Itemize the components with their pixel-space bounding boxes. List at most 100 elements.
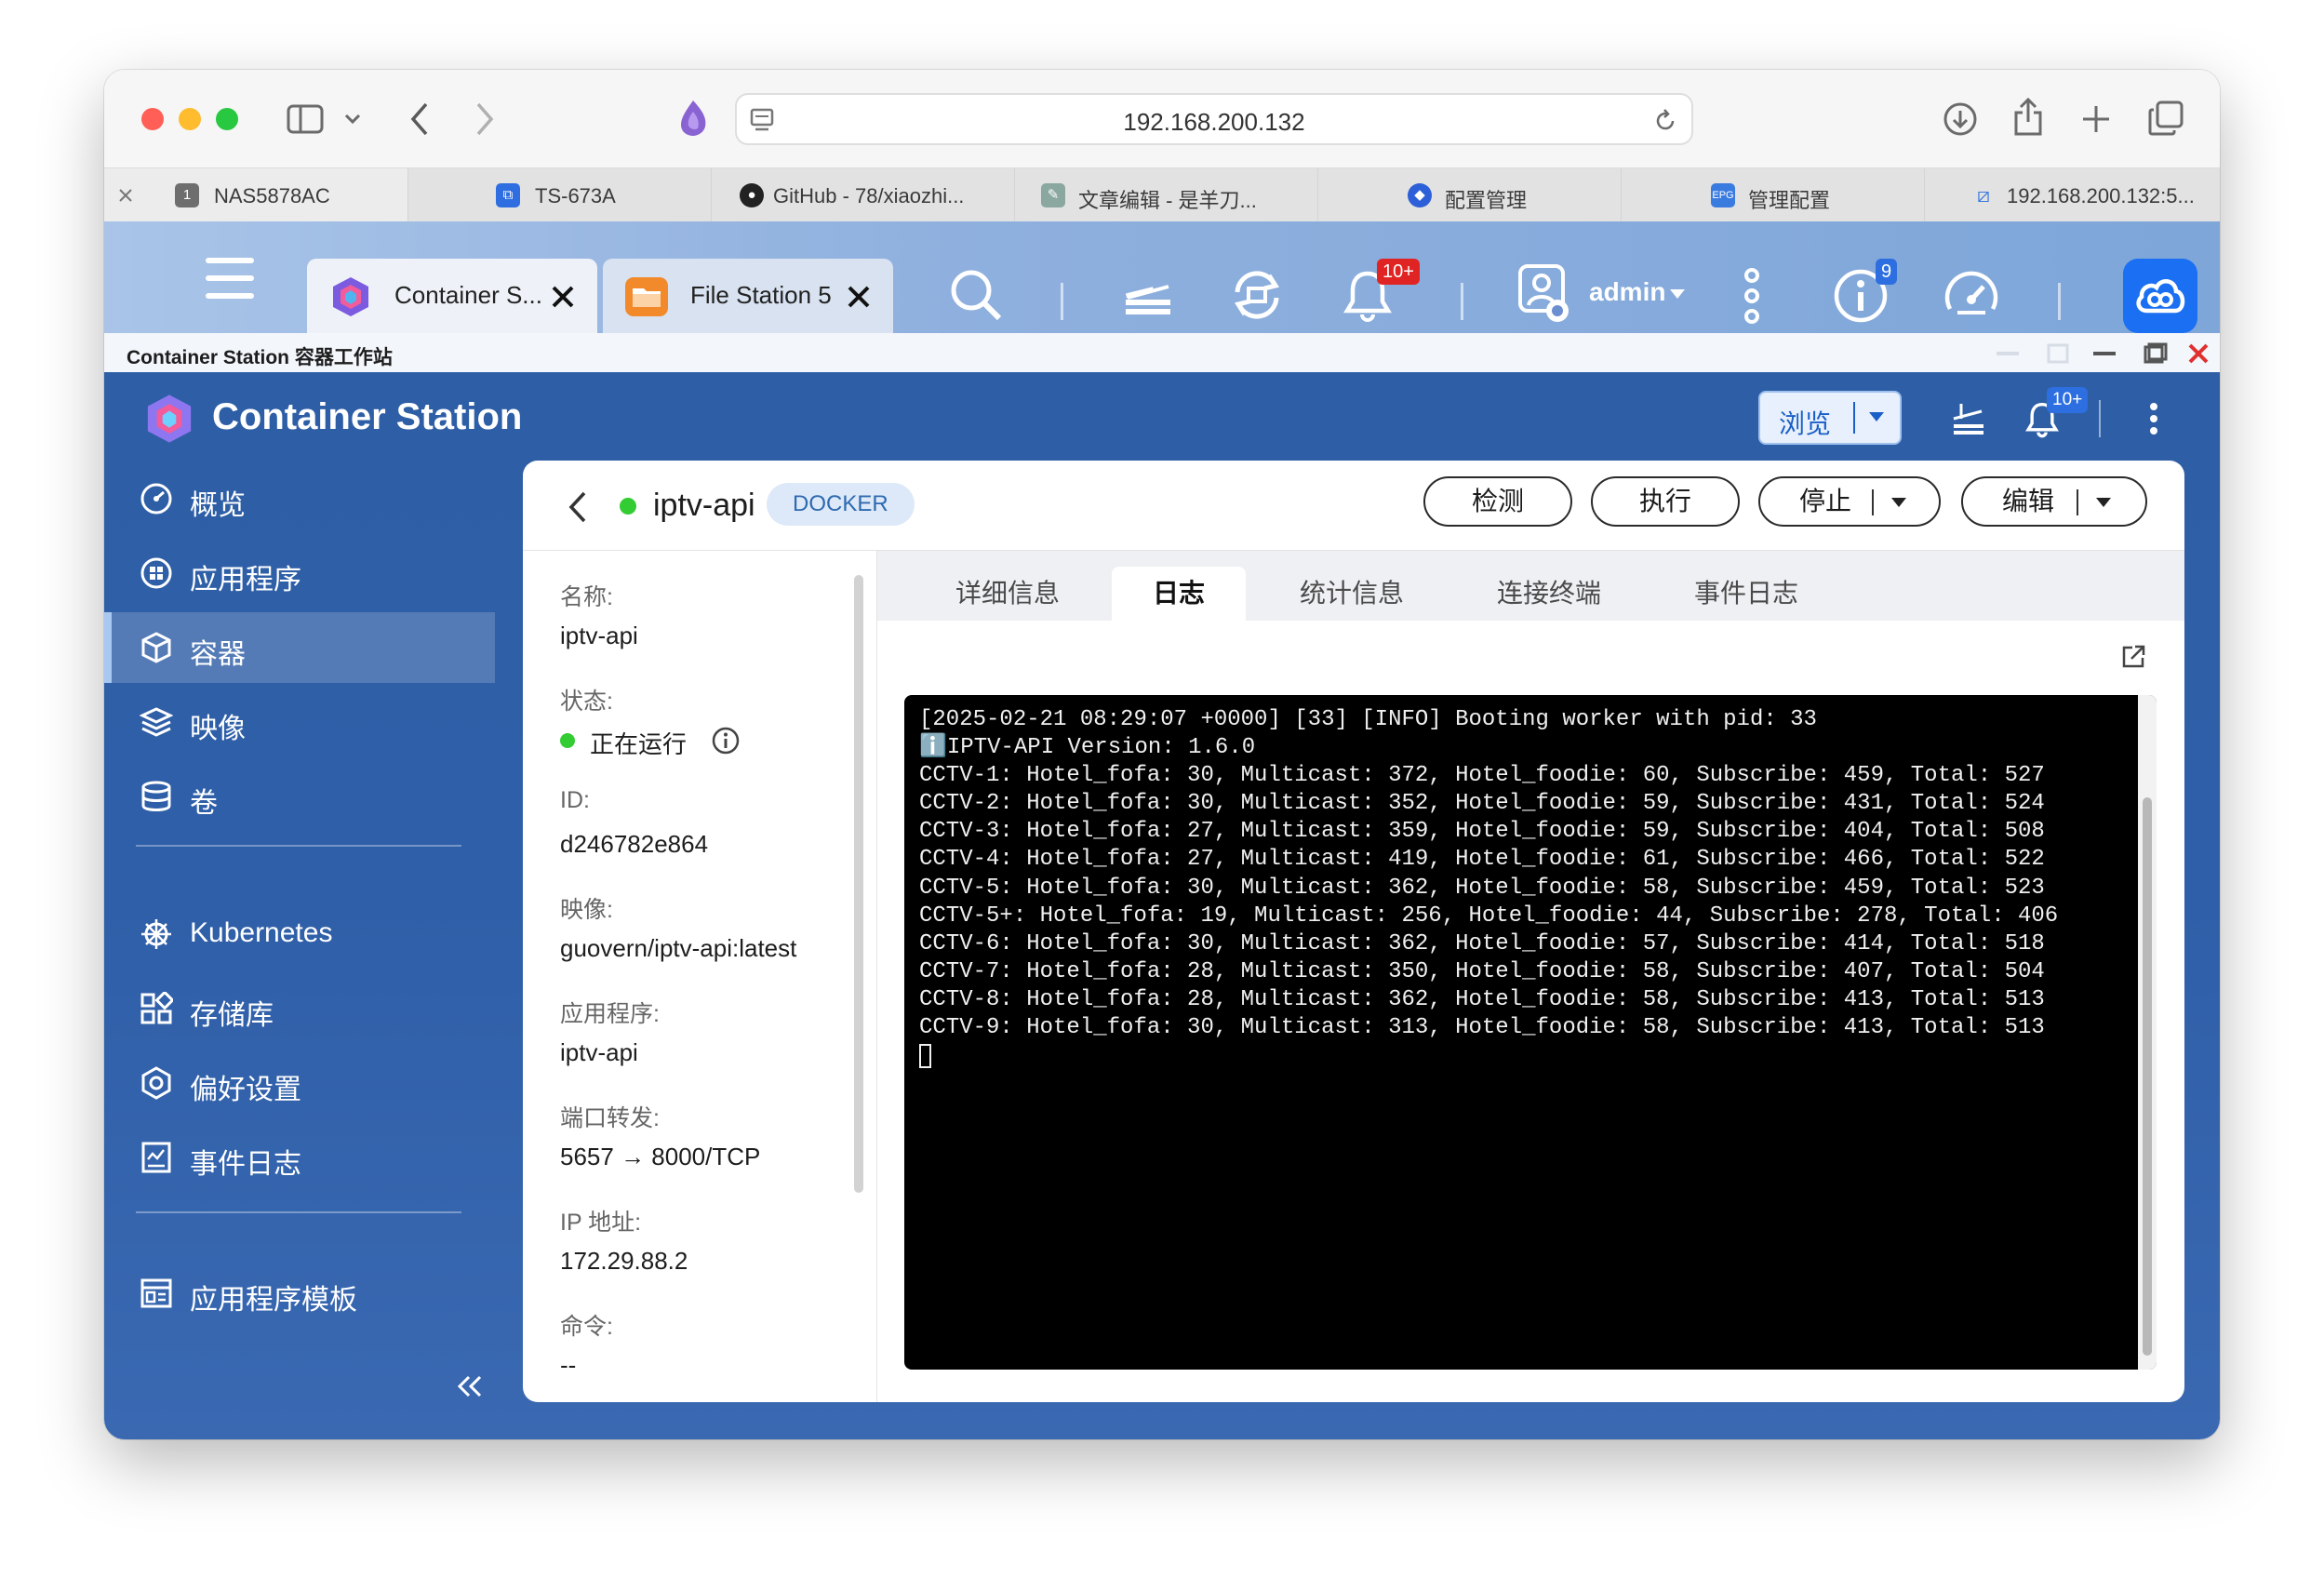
log-output: [2025-02-21 08:29:07 +0000] [33] [INFO] …	[919, 706, 2133, 1069]
app-label: 应用程序:	[560, 1001, 660, 1027]
sidebar-divider	[136, 845, 461, 847]
forward-icon[interactable]	[474, 101, 495, 137]
chevron-down-icon[interactable]	[2095, 497, 2112, 508]
browser-tab[interactable]: ⧄ 192.168.200.132:5...	[1924, 168, 2220, 221]
tab-label: 配置管理	[1445, 189, 1528, 212]
downloads-icon[interactable]	[1943, 101, 1978, 137]
container-detail-panel: iptv-api DOCKER 检测 执行 停止 编辑 名称: iptv-api…	[523, 461, 2184, 1402]
back-icon[interactable]	[409, 101, 430, 137]
sidebar-item-event-log[interactable]: 事件日志	[104, 1122, 495, 1193]
chevron-down-icon[interactable]	[344, 113, 361, 126]
tab-favicon: ◆	[1408, 183, 1432, 207]
sidebar-item-app-templates[interactable]: 应用程序模板	[104, 1258, 495, 1329]
tab-event-log[interactable]: 事件日志	[1672, 567, 1821, 621]
status-label: 状态:	[560, 689, 613, 715]
close-icon[interactable]	[847, 285, 871, 309]
background-tasks-icon[interactable]	[1120, 268, 1176, 322]
browse-label: 浏览	[1779, 409, 1832, 438]
myqnapcloud-button[interactable]	[2123, 259, 2197, 333]
tv-icon: ⧄	[1977, 183, 1990, 207]
execute-label: 执行	[1638, 487, 1691, 515]
window-controls	[1997, 342, 2209, 364]
type-badge: DOCKER	[767, 483, 915, 526]
terminal-scrollbar-thumb[interactable]	[2143, 797, 2152, 1356]
share-icon[interactable]	[2011, 96, 2045, 137]
tab-label: 192.168.200.132:5...	[2007, 184, 2195, 207]
browser-tab-strip: 1 NAS5878AC ⧉ TS-673A ● GitHub - 78/xiao…	[104, 167, 2220, 221]
chevron-down-icon[interactable]	[1890, 497, 1907, 508]
tab-label: 管理配置	[1748, 189, 1831, 212]
edit-label: 编辑	[2002, 487, 2055, 515]
browser-tab[interactable]: ● GitHub - 78/xiaozhi...	[711, 168, 1014, 221]
minimize-window-button[interactable]	[179, 108, 201, 130]
taskbar-app-file-station[interactable]: File Station 5	[603, 259, 893, 333]
reload-icon[interactable]	[1652, 108, 1678, 134]
username-label[interactable]: admin	[1589, 277, 1665, 307]
inspect-button[interactable]: 检测	[1423, 476, 1572, 527]
close-window-button[interactable]	[141, 108, 164, 130]
sidebar-item-preferences[interactable]: 偏好设置	[104, 1048, 495, 1118]
browser-toolbar: 192.168.200.132	[104, 70, 2220, 167]
tab-terminal[interactable]: 连接终端	[1475, 567, 1623, 621]
close-icon[interactable]	[551, 285, 575, 309]
browse-button[interactable]: 浏览	[1758, 391, 1902, 445]
sync-icon[interactable]	[1228, 266, 1286, 324]
sidebar-item-images[interactable]: 映像	[104, 687, 495, 757]
port-value: 5657 → 8000/TCP	[560, 1143, 761, 1170]
log-line: CCTV-9: Hotel_fofa: 30, Multicast: 313, …	[919, 1015, 2045, 1041]
tab-statistics[interactable]: 统计信息	[1277, 567, 1426, 621]
sidebar-toggle-icon[interactable]	[287, 104, 324, 134]
stop-button[interactable]: 停止	[1758, 476, 1941, 527]
execute-button[interactable]: 执行	[1591, 476, 1740, 527]
browser-tab[interactable]: ✎ 文章编辑 - 是羊刀...	[1014, 168, 1317, 221]
taskbar-app-container-station[interactable]: Container S...	[307, 259, 597, 333]
sidebar-item-volumes[interactable]: 卷	[104, 761, 495, 832]
new-tab-icon[interactable]	[2080, 103, 2112, 135]
sidebar-item-label: 概览	[190, 490, 246, 521]
log-line: CCTV-6: Hotel_fofa: 30, Multicast: 362, …	[919, 930, 2045, 956]
collapse-sidebar-icon[interactable]	[456, 1375, 484, 1397]
database-icon	[141, 781, 171, 811]
sidebar-item-kubernetes[interactable]: Kubernetes	[104, 899, 495, 970]
address-bar[interactable]: 192.168.200.132	[735, 93, 1693, 145]
main-menu-icon[interactable]	[203, 255, 257, 301]
sidebar-item-overview[interactable]: 概览	[104, 463, 495, 534]
info-circle-icon[interactable]	[711, 726, 741, 756]
browser-tab[interactable]: 1 NAS5878AC	[104, 168, 407, 221]
edit-button[interactable]: 编辑	[1961, 476, 2147, 527]
container-station-app: Container Station 浏览 10+ 概览 应用程序 容器 映像 卷…	[104, 372, 2220, 1439]
dashboard-icon[interactable]	[1943, 268, 2000, 324]
sidebar-item-label: 事件日志	[190, 1149, 301, 1180]
status-dot	[620, 498, 636, 515]
chevron-down-icon[interactable]	[1669, 288, 1686, 300]
tab-logs[interactable]: 日志	[1112, 567, 1246, 621]
app-window-title: Container Station 容器工作站	[127, 347, 393, 368]
sidebar-item-applications[interactable]: 应用程序	[104, 538, 495, 608]
stack-icon[interactable]	[1950, 400, 1987, 437]
command-label: 命令:	[560, 1314, 613, 1340]
open-external-icon[interactable]	[2119, 643, 2147, 671]
sidebar-item-registry[interactable]: 存储库	[104, 973, 495, 1044]
user-avatar-icon[interactable]	[1516, 262, 1572, 324]
log-terminal[interactable]: [2025-02-21 08:29:07 +0000] [33] [INFO] …	[904, 695, 2157, 1370]
log-line: [2025-02-21 08:29:07 +0000] [33] [INFO] …	[919, 707, 1817, 732]
browser-tab[interactable]: ◆ 配置管理	[1317, 168, 1621, 221]
extension-icon[interactable]	[677, 99, 709, 138]
tab-overview-icon[interactable]	[2147, 100, 2184, 137]
info-column: 名称: iptv-api 状态: 正在运行 ID: d246782e864 映像…	[523, 551, 877, 1402]
chevron-down-icon[interactable]	[1868, 411, 1885, 422]
status-value: 正在运行	[590, 730, 688, 758]
search-icon[interactable]	[949, 268, 1003, 322]
browser-tab[interactable]: EPG 管理配置	[1621, 168, 1924, 221]
tab-details[interactable]: 详细信息	[933, 567, 1082, 621]
info-scrollbar[interactable]	[854, 575, 863, 1193]
back-icon[interactable]	[568, 490, 588, 524]
close-tab-icon[interactable]	[117, 187, 134, 204]
zoom-window-button[interactable]	[216, 108, 238, 130]
sidebar-item-containers[interactable]: 容器	[104, 612, 495, 683]
sidebar-item-label: 应用程序模板	[190, 1285, 357, 1316]
browser-tab[interactable]: ⧉ TS-673A	[407, 168, 711, 221]
template-icon	[140, 1278, 172, 1308]
more-options-icon[interactable]	[1742, 266, 1762, 326]
more-options-icon[interactable]	[2149, 402, 2158, 435]
